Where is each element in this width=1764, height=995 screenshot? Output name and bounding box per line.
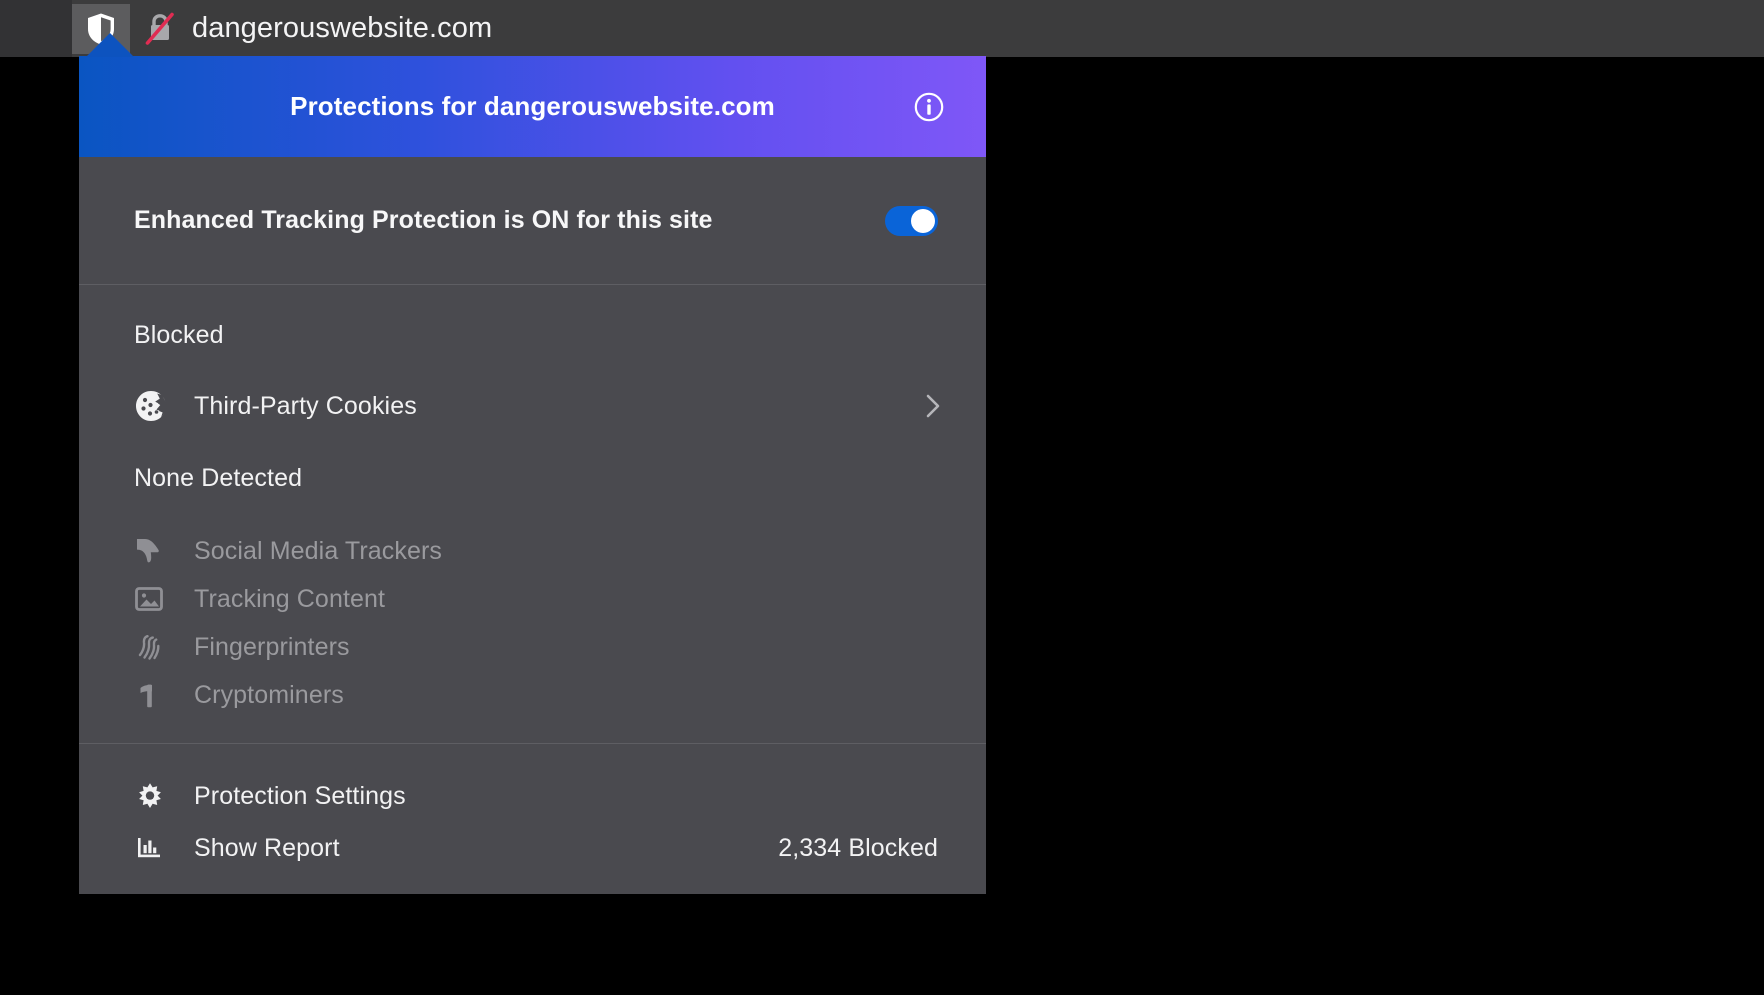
trackers-lists: Blocked Third-Party Cookies None Detecte… (79, 285, 986, 744)
info-circle-icon (914, 92, 944, 121)
tracker-row-cryptominers: Cryptominers (79, 671, 986, 719)
cookie-icon (134, 389, 174, 423)
tracker-label: Cryptominers (194, 680, 344, 709)
panel-pointer-arrow (86, 33, 134, 57)
blocked-heading: Blocked (134, 321, 224, 349)
panel-footer: Protection Settings Show Report 2,334 Bl… (79, 744, 986, 874)
image-icon (134, 582, 174, 616)
panel-title: Protections for dangerouswebsite.com (290, 91, 775, 121)
none-detected-list: Social Media Trackers Tracking Content F… (79, 527, 986, 719)
tracker-label: Social Media Trackers (194, 536, 443, 565)
fingerprint-icon (134, 630, 174, 664)
tracker-row-fingerprinters: Fingerprinters (79, 623, 986, 671)
blocked-count: 2,334 Blocked (778, 833, 938, 862)
tracker-row-social-media-trackers: Social Media Trackers (79, 527, 986, 575)
browser-screen: dangerouswebsite.com Protections for dan… (0, 0, 1764, 995)
bar-chart-icon (134, 832, 174, 864)
none-detected-heading: None Detected (134, 464, 303, 492)
etp-toggle-switch[interactable] (885, 205, 938, 236)
tracker-row-tracking-content: Tracking Content (79, 575, 986, 623)
protection-settings-button[interactable]: Protection Settings (79, 770, 986, 822)
url-bar: dangerouswebsite.com (0, 0, 1764, 57)
tracker-label: Third-Party Cookies (194, 391, 417, 420)
urlbar-left-gap (0, 0, 72, 57)
thumbs-down-icon (134, 534, 174, 568)
protection-settings-label: Protection Settings (194, 781, 406, 810)
lock-slashed-insecure-icon (145, 12, 174, 45)
etp-toggle-row: Enhanced Tracking Protection is ON for t… (79, 157, 986, 285)
url-text[interactable]: dangerouswebsite.com (190, 12, 492, 45)
show-report-label: Show Report (194, 833, 340, 862)
show-report-button[interactable]: Show Report 2,334 Blocked (79, 822, 986, 874)
info-button[interactable] (912, 90, 946, 124)
connection-security-button[interactable] (130, 4, 190, 54)
chevron-right-icon (920, 393, 946, 419)
tracker-row-third-party-cookies[interactable]: Third-Party Cookies (79, 382, 986, 430)
tracker-label: Fingerprinters (194, 632, 350, 661)
tracker-label: Tracking Content (194, 584, 386, 613)
gear-icon (134, 780, 174, 812)
etp-label: Enhanced Tracking Protection is ON for t… (134, 206, 713, 234)
pickaxe-icon (134, 678, 174, 712)
panel-header: Protections for dangerouswebsite.com (79, 56, 986, 157)
protections-panel: Protections for dangerouswebsite.com Enh… (79, 56, 986, 894)
